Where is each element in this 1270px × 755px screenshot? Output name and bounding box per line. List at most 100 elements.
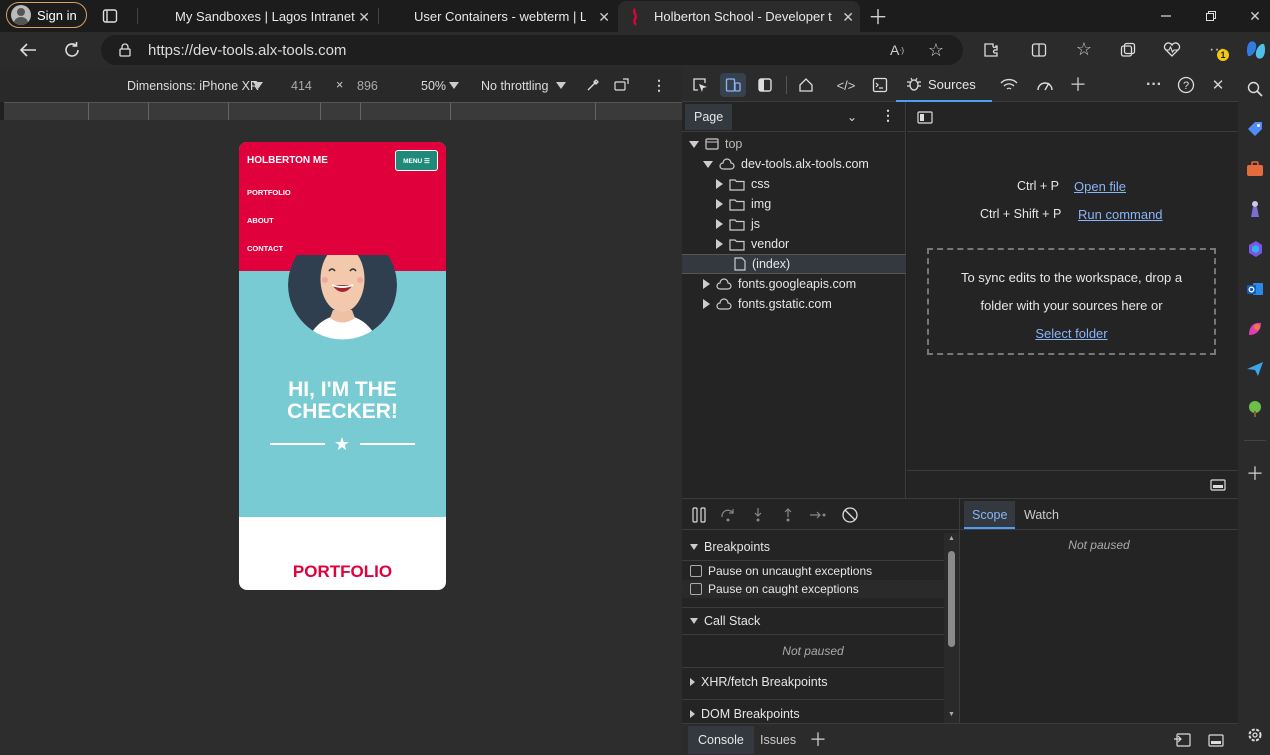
eyedropper-icon[interactable] xyxy=(585,77,601,93)
lock-icon[interactable] xyxy=(117,42,133,58)
tab-watch[interactable]: Watch xyxy=(1024,508,1059,522)
tab-console[interactable]: Console xyxy=(688,726,754,754)
customize-devtools-icon[interactable]: ··· xyxy=(1144,76,1164,94)
chevron-down-icon[interactable] xyxy=(449,82,459,89)
tree-item-fonts-googleapis[interactable]: fonts.googleapis.com xyxy=(703,274,856,294)
chevron-down-icon[interactable]: ⌄ xyxy=(847,110,857,124)
chess-icon[interactable] xyxy=(1246,200,1264,218)
tree-item-domain[interactable]: dev-tools.alx-tools.com xyxy=(703,154,869,174)
network-wifi-icon[interactable] xyxy=(998,76,1020,94)
rotate-device-icon[interactable] xyxy=(613,77,631,93)
tree-item-fonts-gstatic[interactable]: fonts.gstatic.com xyxy=(703,294,832,314)
toggle-navigator-icon[interactable] xyxy=(916,109,934,125)
tab-scope[interactable]: Scope xyxy=(964,501,1016,529)
tree-file-index[interactable]: (index) xyxy=(734,254,790,274)
help-icon[interactable]: ? xyxy=(1175,74,1197,96)
tab-page[interactable]: Page xyxy=(685,104,733,130)
tree-icon[interactable] xyxy=(1246,400,1264,418)
tree-folder-css[interactable]: css xyxy=(716,174,770,194)
minimize-icon[interactable] xyxy=(1156,6,1176,26)
site-brand[interactable]: HOLBERTON ME xyxy=(247,155,328,166)
gear-icon[interactable] xyxy=(1246,726,1264,744)
device-dimensions-select[interactable]: Dimensions: iPhone XR xyxy=(127,79,259,93)
briefcase-icon[interactable] xyxy=(1246,160,1264,178)
pause-caught-checkbox[interactable] xyxy=(690,583,702,595)
close-drawer-icon[interactable] xyxy=(1206,731,1226,749)
zoom-select[interactable]: 50% xyxy=(421,79,446,93)
device-width-input[interactable]: 414 xyxy=(291,79,312,93)
tree-folder-js[interactable]: js xyxy=(716,214,760,234)
designer-icon[interactable] xyxy=(1246,320,1264,338)
step-icon[interactable] xyxy=(808,506,828,524)
add-drawer-tab-icon[interactable]: ＋ xyxy=(808,729,828,750)
breakpoints-header[interactable]: Breakpoints xyxy=(682,533,944,561)
performance-icon[interactable] xyxy=(1034,76,1056,94)
deactivate-breakpoints-icon[interactable] xyxy=(840,505,860,525)
nav-contact[interactable]: CONTACT xyxy=(247,244,283,253)
tab-issues[interactable]: Issues xyxy=(760,733,796,747)
workspace-drop-zone[interactable]: To sync edits to the workspace, drop a f… xyxy=(927,248,1216,355)
read-aloud-icon[interactable]: A ᐧ) xyxy=(887,41,907,59)
tab-actions-icon[interactable] xyxy=(100,6,120,26)
tree-folder-vendor[interactable]: vendor xyxy=(716,234,789,254)
call-stack-header[interactable]: Call Stack xyxy=(682,607,944,635)
tab-my-sandboxes[interactable]: My Sandboxes | Lagos Intranet ✕ xyxy=(140,1,376,32)
chevron-down-icon[interactable] xyxy=(556,82,566,89)
favorites-icon[interactable]: ☆ xyxy=(1073,38,1095,60)
tab-user-containers[interactable]: User Containers - webterm | Lago ✕ xyxy=(380,1,616,32)
xhr-breakpoints-header[interactable]: XHR/fetch Breakpoints xyxy=(682,667,944,695)
close-devtools-icon[interactable]: ✕ xyxy=(1208,75,1228,95)
dock-drawer-icon[interactable] xyxy=(1172,731,1192,749)
search-icon[interactable] xyxy=(1246,80,1264,98)
more-options-icon[interactable]: ··· 1 xyxy=(1205,39,1229,61)
close-window-icon[interactable]: ✕ xyxy=(1245,6,1265,26)
nav-portfolio[interactable]: PORTFOLIO xyxy=(247,188,291,197)
send-icon[interactable] xyxy=(1246,360,1264,378)
pause-uncaught-checkbox[interactable] xyxy=(690,565,702,577)
step-over-icon[interactable] xyxy=(719,506,737,524)
collections-icon[interactable] xyxy=(1117,39,1139,61)
inspect-element-icon[interactable] xyxy=(690,76,710,94)
menu-button[interactable]: MENU ☰ xyxy=(395,150,438,171)
copilot-icon[interactable] xyxy=(1243,37,1269,63)
step-into-icon[interactable] xyxy=(749,506,767,524)
step-out-icon[interactable] xyxy=(779,506,797,524)
new-tab-icon[interactable]: ＋ xyxy=(868,5,888,29)
select-folder-link[interactable]: Select folder xyxy=(1035,326,1107,341)
refresh-icon[interactable] xyxy=(61,39,83,61)
pause-uncaught-option[interactable]: Pause on uncaught exceptions xyxy=(682,562,944,580)
device-height-input[interactable]: 896 xyxy=(357,79,378,93)
device-more-options-icon[interactable]: ⋮ xyxy=(650,77,668,93)
close-tab-icon[interactable]: ✕ xyxy=(358,9,370,26)
url-text[interactable]: https://dev-tools.alx-tools.com xyxy=(148,42,346,59)
navigator-more-icon[interactable]: ⋮ xyxy=(881,107,895,124)
chevron-down-icon[interactable] xyxy=(253,82,263,89)
tree-item-top[interactable]: top xyxy=(689,134,742,154)
close-tab-icon[interactable]: ✕ xyxy=(598,9,610,26)
favorite-star-icon[interactable]: ☆ xyxy=(926,40,946,60)
welcome-home-icon[interactable] xyxy=(796,76,816,94)
sign-in-button[interactable]: Sign in xyxy=(6,2,87,28)
browser-essentials-icon[interactable] xyxy=(1161,39,1183,61)
nav-about[interactable]: ABOUT xyxy=(247,216,274,225)
tab-holberton-school[interactable]: Holberton School - Developer to ✕ xyxy=(618,1,860,32)
back-icon[interactable] xyxy=(17,39,39,61)
phone-preview[interactable]: HOLBERTON ME MENU ☰ PORTFOLIO ABOUT CONT… xyxy=(239,142,446,590)
address-bar[interactable]: https://dev-tools.alx-tools.com A ᐧ) ☆ xyxy=(101,35,963,65)
tree-folder-img[interactable]: img xyxy=(716,194,771,214)
media-query-ruler[interactable] xyxy=(4,102,682,120)
m365-icon[interactable] xyxy=(1246,240,1264,258)
close-tab-icon[interactable]: ✕ xyxy=(842,9,854,26)
throttling-select[interactable]: No throttling xyxy=(481,79,548,93)
extensions-icon[interactable] xyxy=(980,39,1002,61)
add-sidebar-app-icon[interactable]: ＋ xyxy=(1246,464,1264,484)
pause-caught-option[interactable]: Pause on caught exceptions xyxy=(682,580,944,598)
tab-sources[interactable]: Sources xyxy=(896,68,992,102)
console-icon[interactable] xyxy=(870,76,890,94)
pause-icon[interactable] xyxy=(690,506,708,524)
debugger-scrollbar[interactable]: ▲ ▼ xyxy=(944,533,959,723)
toggle-sidebar-icon[interactable] xyxy=(755,76,775,94)
restore-icon[interactable] xyxy=(1201,6,1221,26)
split-screen-icon[interactable] xyxy=(1028,39,1050,61)
run-command-link[interactable]: Run command xyxy=(1078,207,1163,222)
